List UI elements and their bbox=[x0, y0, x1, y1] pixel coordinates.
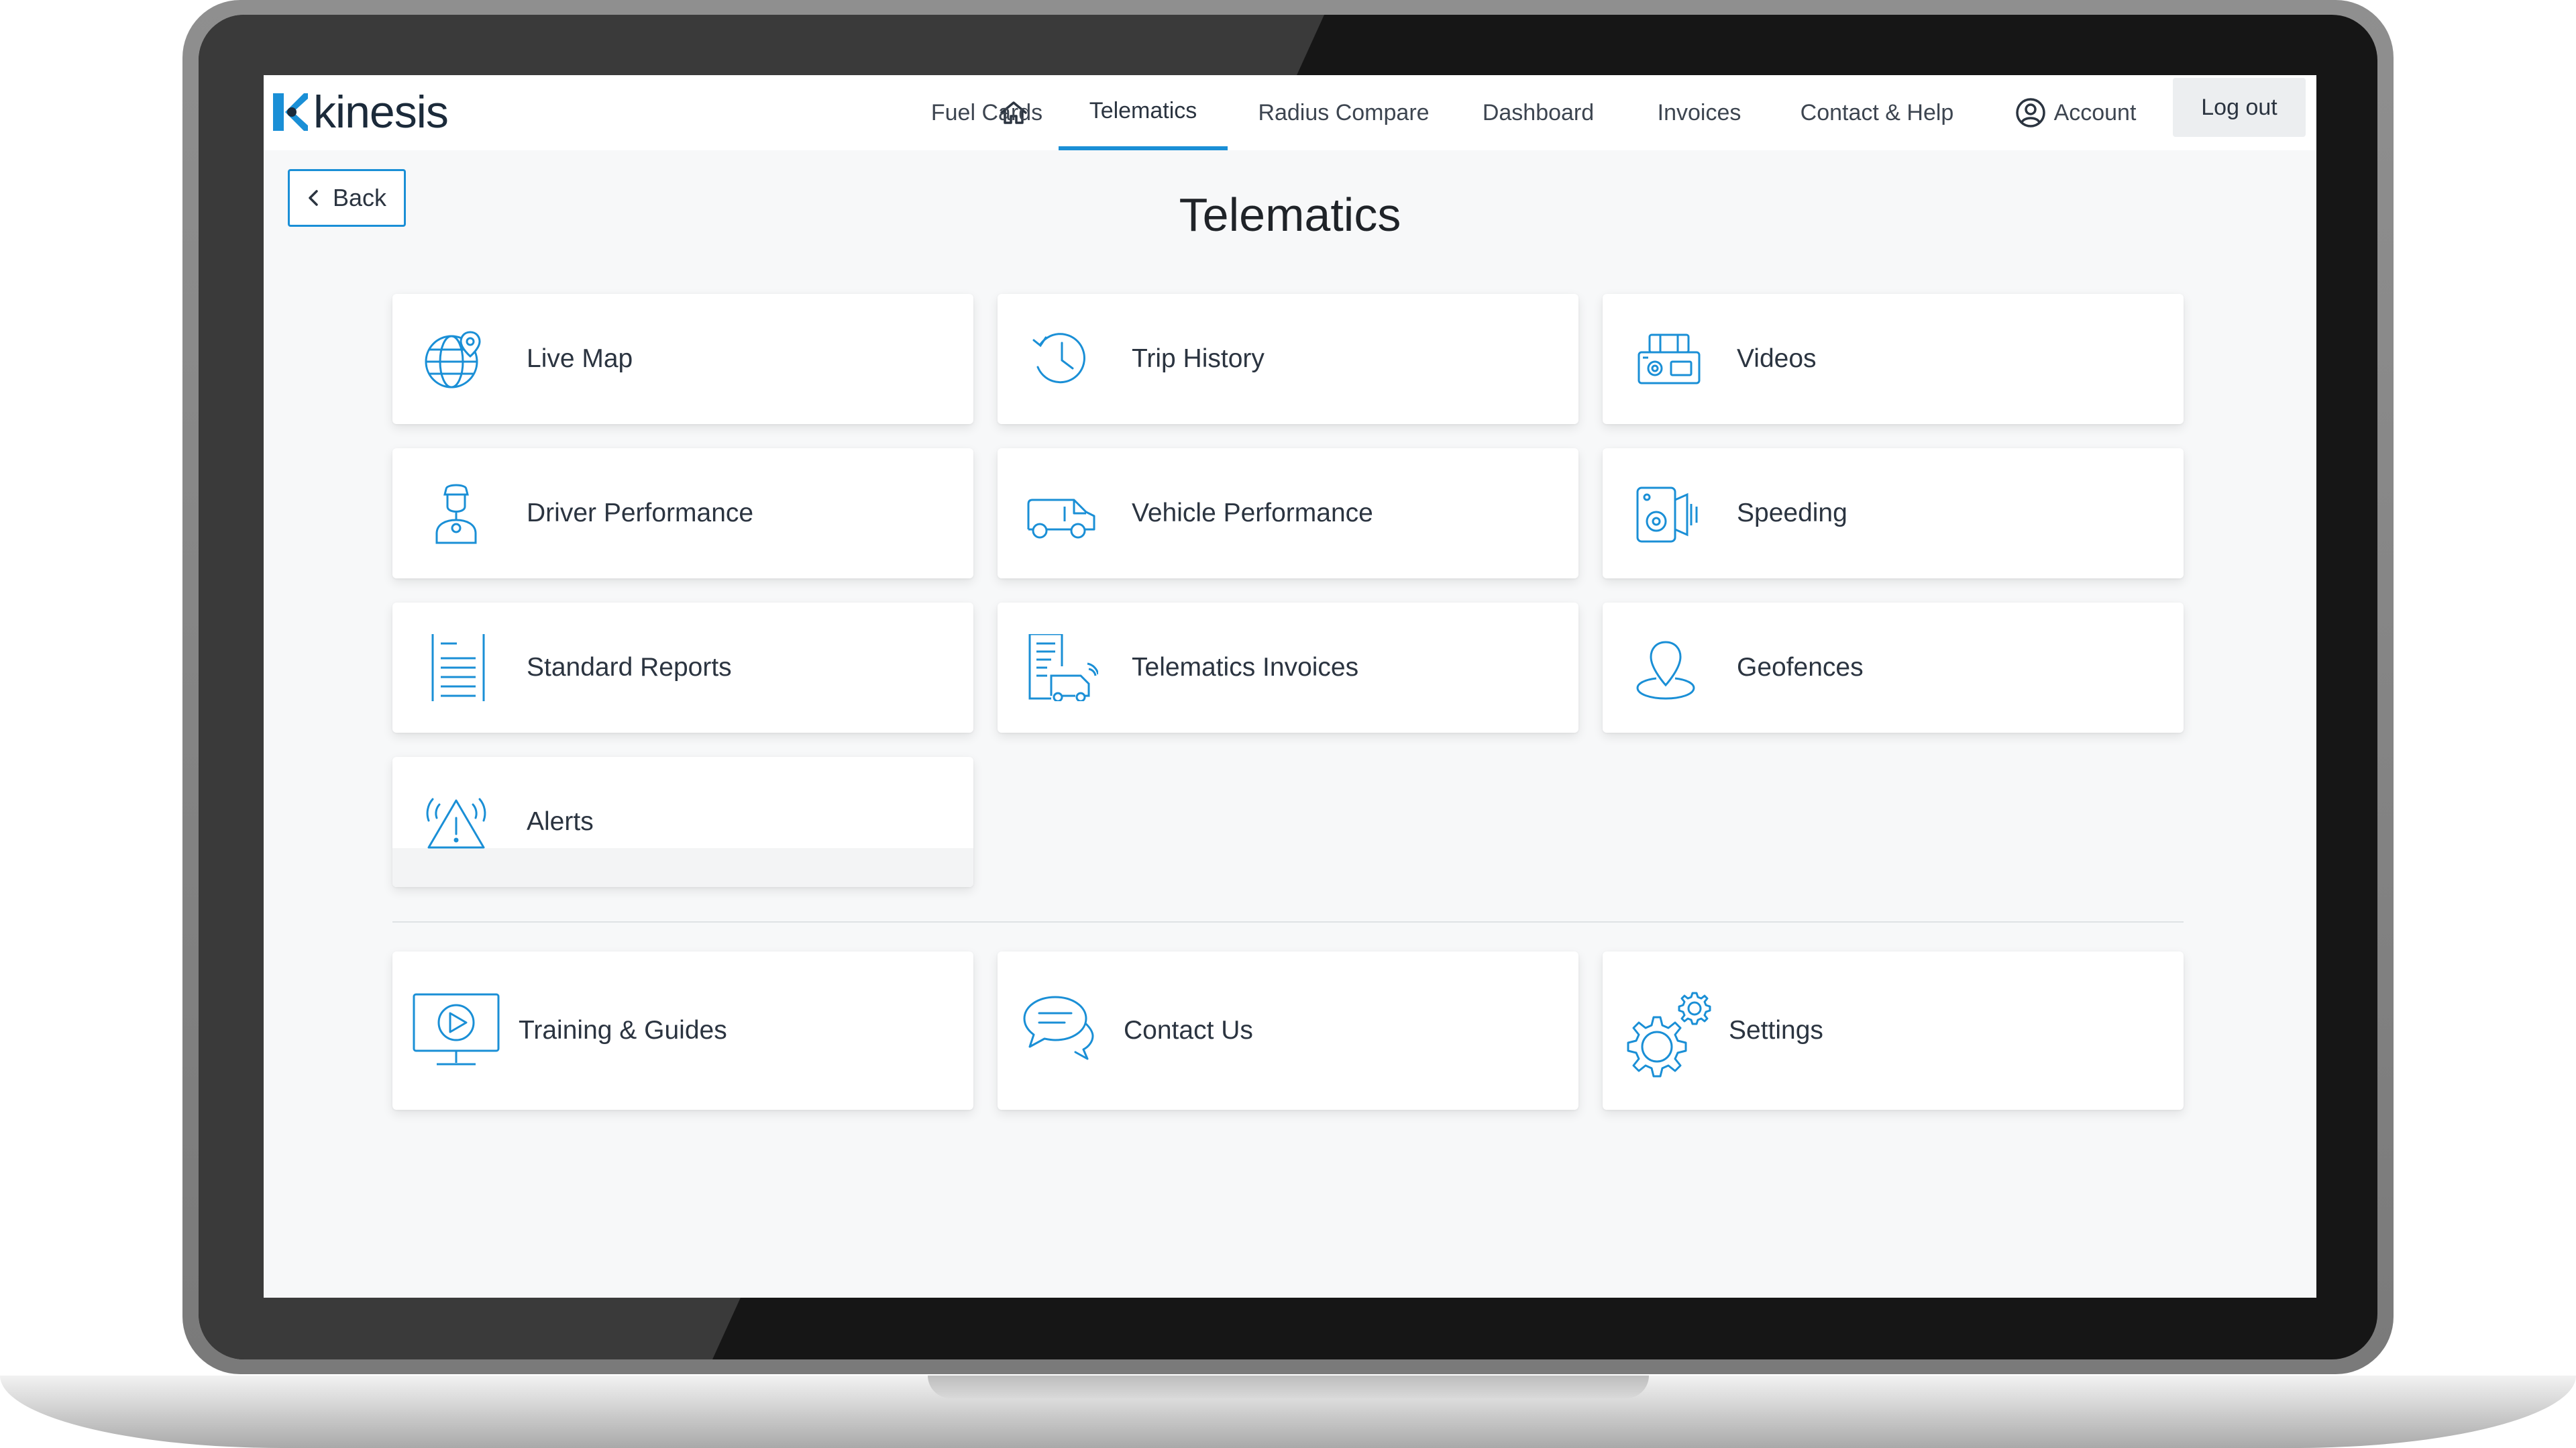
tile-driver-performance[interactable]: Driver Performance bbox=[392, 448, 973, 578]
kinesis-logo-mark bbox=[272, 91, 309, 134]
tile-training-guides[interactable]: Training & Guides bbox=[392, 951, 973, 1110]
nav-radius-compare-label: Radius Compare bbox=[1258, 99, 1430, 125]
kinesis-logo[interactable]: kinesis bbox=[272, 87, 449, 138]
tile-contact-us-label: Contact Us bbox=[1124, 1016, 1253, 1045]
nav-invoices-label: Invoices bbox=[1657, 99, 1741, 125]
user-circle-icon bbox=[2015, 98, 2045, 127]
nav-dashboard-label: Dashboard bbox=[1482, 99, 1595, 125]
nav-fuel-cards-label: Fuel Cards bbox=[930, 99, 1043, 125]
nav-telematics[interactable]: Telematics bbox=[1059, 75, 1228, 150]
tile-standard-reports-label: Standard Reports bbox=[527, 653, 732, 682]
tile-alerts-label: Alerts bbox=[527, 807, 594, 836]
gears-icon bbox=[1619, 980, 1713, 1080]
nav-account-label: Account bbox=[2053, 99, 2137, 125]
van-icon bbox=[1024, 480, 1098, 547]
tile-vehicle-performance[interactable]: Vehicle Performance bbox=[998, 448, 1578, 578]
tile-standard-reports[interactable]: Standard Reports bbox=[392, 603, 973, 733]
tile-telematics-invoices-label: Telematics Invoices bbox=[1132, 653, 1359, 682]
tile-videos[interactable]: Videos bbox=[1603, 294, 2184, 424]
chat-bubbles-icon bbox=[1022, 993, 1095, 1060]
globe-pin-icon bbox=[419, 325, 493, 393]
kinesis-logo-text: kinesis bbox=[313, 87, 449, 138]
tile-videos-label: Videos bbox=[1737, 344, 1817, 373]
tile-trip-history[interactable]: Trip History bbox=[998, 294, 1578, 424]
nav-telematics-label: Telematics bbox=[1089, 97, 1197, 123]
page-title: Telematics bbox=[1179, 189, 1401, 241]
tile-speeding[interactable]: Speeding bbox=[1603, 448, 2184, 578]
tile-live-map[interactable]: Live Map bbox=[392, 294, 973, 424]
section-divider bbox=[392, 921, 2184, 923]
nav-radius-compare[interactable]: Radius Compare bbox=[1250, 75, 1438, 150]
tile-speeding-label: Speeding bbox=[1737, 499, 1847, 527]
nav-contact-help-label: Contact & Help bbox=[1800, 99, 1954, 125]
driver-icon bbox=[419, 480, 493, 547]
nav-fuel-cards[interactable]: Fuel Cards bbox=[920, 75, 1054, 150]
video-monitor-icon bbox=[413, 993, 500, 1066]
tile-settings-label: Settings bbox=[1729, 1016, 1823, 1045]
speed-camera-icon bbox=[1629, 480, 1703, 547]
tile-alerts[interactable]: Alerts bbox=[392, 757, 973, 887]
dashcam-icon bbox=[1629, 325, 1703, 393]
report-document-icon bbox=[419, 634, 493, 701]
tile-geofences[interactable]: Geofences bbox=[1603, 603, 2184, 733]
tile-geofences-label: Geofences bbox=[1737, 653, 1864, 682]
nav-invoices[interactable]: Invoices bbox=[1646, 75, 1753, 150]
tile-contact-us[interactable]: Contact Us bbox=[998, 951, 1578, 1110]
app-screen: kinesis Fuel Cards Telematics Radius Com… bbox=[264, 75, 2316, 1298]
nav-contact-help[interactable]: Contact & Help bbox=[1786, 75, 1968, 150]
top-navigation: kinesis Fuel Cards Telematics Radius Com… bbox=[264, 75, 2316, 150]
history-clock-icon bbox=[1024, 325, 1098, 393]
logout-button[interactable]: Log out bbox=[2173, 78, 2306, 137]
nav-account[interactable]: Account bbox=[2005, 75, 2146, 150]
alert-triangle-icon bbox=[419, 788, 493, 856]
nav-dashboard[interactable]: Dashboard bbox=[1471, 75, 1605, 150]
tile-driver-performance-label: Driver Performance bbox=[527, 499, 754, 527]
laptop-base-notch bbox=[928, 1376, 1649, 1398]
tile-telematics-invoices[interactable]: Telematics Invoices bbox=[998, 603, 1578, 733]
geofence-pin-icon bbox=[1629, 634, 1703, 701]
tile-live-map-label: Live Map bbox=[527, 344, 633, 373]
tile-vehicle-performance-label: Vehicle Performance bbox=[1132, 499, 1373, 527]
tile-trip-history-label: Trip History bbox=[1132, 344, 1265, 373]
tile-settings[interactable]: Settings bbox=[1603, 951, 2184, 1110]
tile-training-guides-label: Training & Guides bbox=[519, 1016, 727, 1045]
invoice-van-icon bbox=[1024, 634, 1098, 701]
logout-label: Log out bbox=[2201, 94, 2277, 120]
